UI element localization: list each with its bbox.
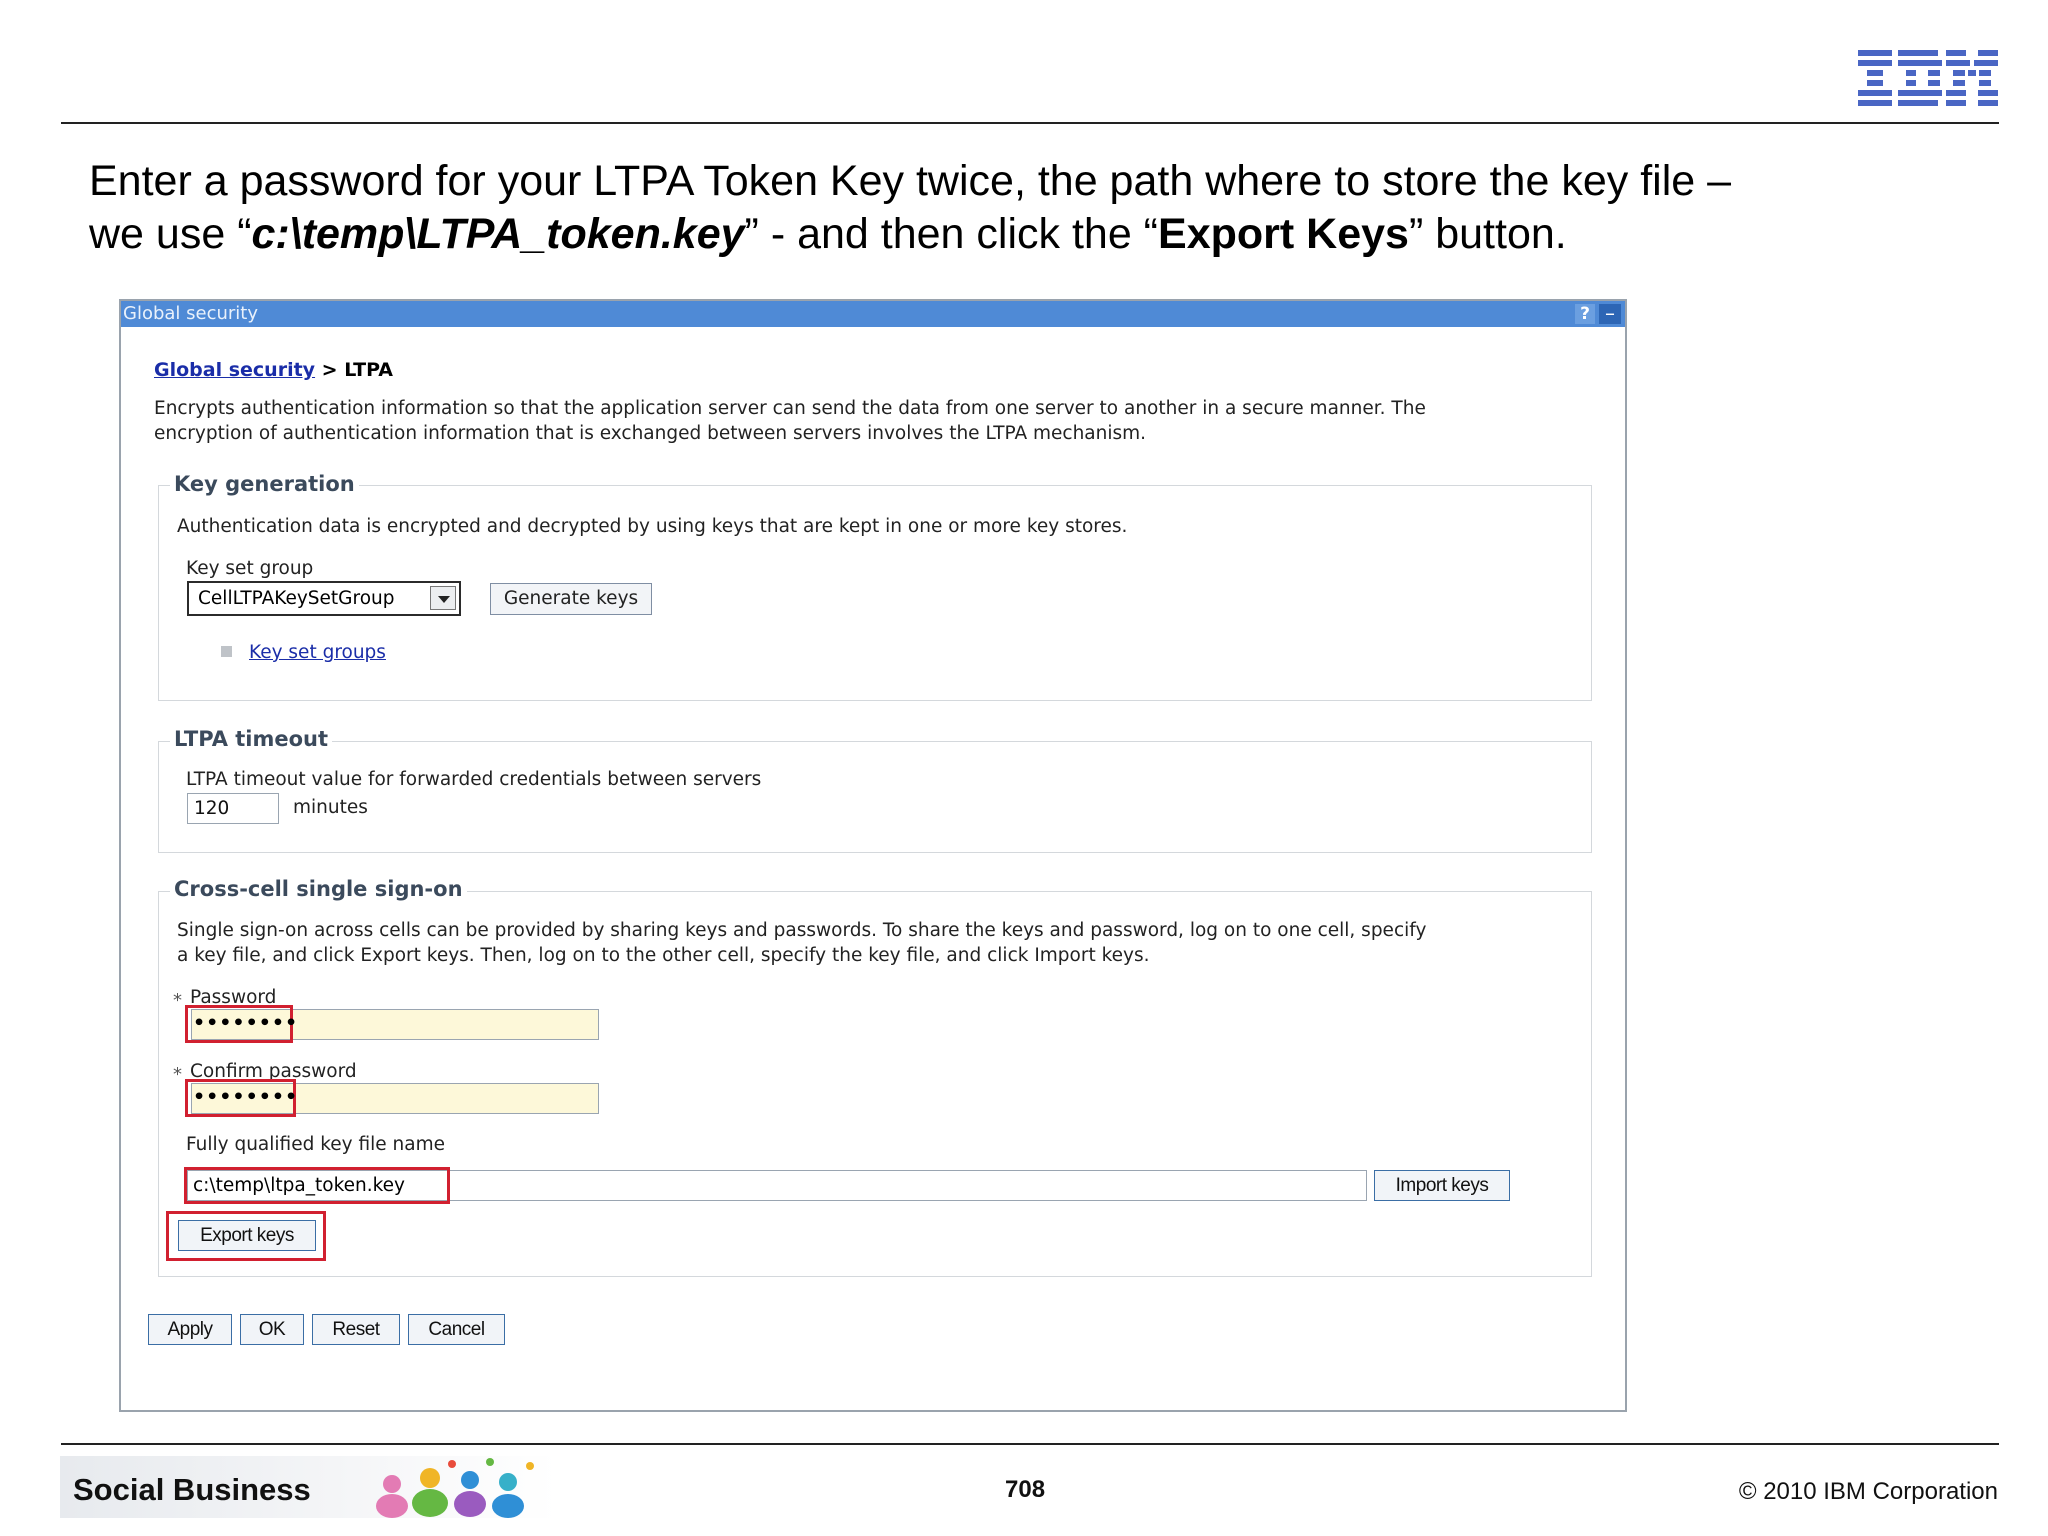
ibm-logo <box>1858 50 1998 106</box>
key-set-group-select[interactable]: CellLTPAKeySetGroup <box>187 581 461 616</box>
key-set-groups-link[interactable]: Key set groups <box>249 642 386 663</box>
footer-divider <box>61 1443 1999 1445</box>
chevron-down-icon[interactable] <box>430 586 456 610</box>
key-file-value: c:\temp\ltpa_token.key <box>193 1175 405 1196</box>
global-security-panel: Global security ? – Global security > LT… <box>119 299 1627 1412</box>
export-keys-button[interactable]: Export keys <box>178 1220 316 1251</box>
panel-title: Global security <box>123 303 259 324</box>
cross-cell-sso-description: Single sign-on across cells can be provi… <box>177 920 1427 966</box>
ltpa-timeout-description: LTPA timeout value for forwarded credent… <box>186 769 762 790</box>
key-generation-description: Authentication data is encrypted and dec… <box>177 516 1128 537</box>
minimize-icon[interactable]: – <box>1599 303 1621 324</box>
generate-keys-button[interactable]: Generate keys <box>490 583 652 615</box>
confirm-password-required-marker: * <box>173 1064 182 1085</box>
page-number: 708 <box>1005 1476 1046 1503</box>
breadcrumb-global-security-link[interactable]: Global security <box>154 359 315 381</box>
panel-description: Encrypts authentication information so t… <box>154 398 1426 444</box>
breadcrumb: Global security > LTPA <box>154 359 394 381</box>
panel-title-bar: Global security ? – <box>121 301 1625 327</box>
header-divider <box>61 122 1999 124</box>
breadcrumb-current: LTPA <box>344 359 394 381</box>
instruction-line-1: Enter a password for your LTPA Token Key… <box>89 157 1732 205</box>
ltpa-timeout-input[interactable]: 120 <box>187 793 279 824</box>
copyright: © 2010 IBM Corporation <box>1738 1478 1998 1505</box>
key-generation-legend: Key generation <box>170 472 359 496</box>
password-required-marker: * <box>173 990 182 1011</box>
instruction-line-2: we use “c:\temp\LTPA_token.key” - and th… <box>89 210 1567 258</box>
password-value: •••••••• <box>193 1012 299 1034</box>
cancel-button[interactable]: Cancel <box>408 1314 505 1345</box>
confirm-password-value: •••••••• <box>193 1086 299 1108</box>
ltpa-timeout-section <box>158 741 1592 853</box>
reset-button[interactable]: Reset <box>312 1314 400 1345</box>
ltpa-timeout-legend: LTPA timeout <box>170 727 333 751</box>
apply-button[interactable]: Apply <box>148 1314 232 1345</box>
instruction-path: c:\temp\LTPA_token.key <box>251 210 745 258</box>
instruction-button-name: Export Keys <box>1158 210 1409 258</box>
import-keys-button[interactable]: Import keys <box>1374 1170 1510 1201</box>
key-file-label: Fully qualified key file name <box>186 1134 445 1155</box>
bullet-square-icon <box>221 646 232 657</box>
ltpa-timeout-unit: minutes <box>293 797 368 818</box>
ok-button[interactable]: OK <box>240 1314 304 1345</box>
help-icon[interactable]: ? <box>1575 304 1595 324</box>
key-set-group-label: Key set group <box>186 558 314 579</box>
instruction-text: Enter a password for your LTPA Token Key… <box>89 155 1969 261</box>
footer-brand: Social Business <box>73 1472 311 1507</box>
cross-cell-sso-legend: Cross-cell single sign-on <box>170 877 467 901</box>
